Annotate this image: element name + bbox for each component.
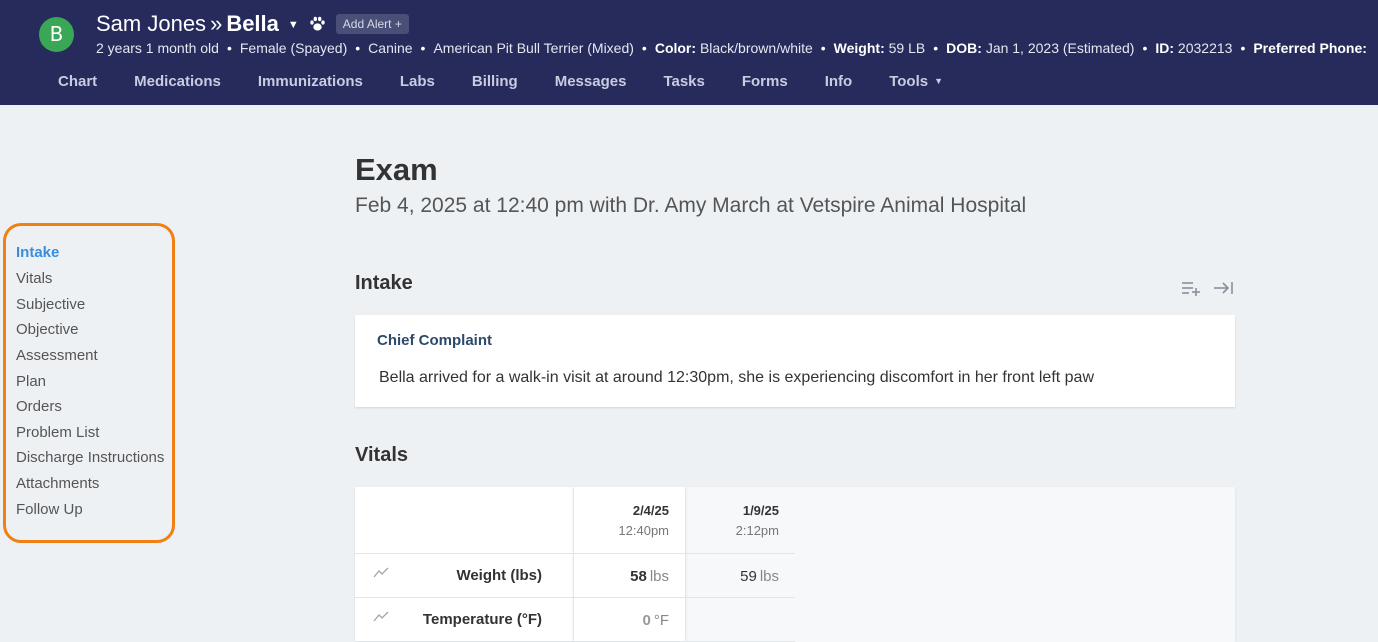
patient-age: 2 years 1 month old — [96, 40, 219, 56]
vitals-current-column: 2/4/25 12:40pm 58 lbs 0 °F — [574, 487, 685, 642]
skip-to-end-icon[interactable] — [1213, 280, 1233, 296]
vitals-previous-date: 1/9/25 — [742, 503, 779, 518]
temperature-trend-icon[interactable] — [373, 611, 389, 623]
vitals-table: Weight (lbs) Temperature (°F) 2/4/25 12:… — [355, 487, 1235, 642]
patient-info-line: 2 years 1 month old • Female (Spayed) • Cani… — [96, 40, 1367, 56]
tab-forms[interactable]: Forms — [742, 73, 788, 90]
patient-sex: Female (Spayed) — [239, 40, 348, 56]
id-label: ID: — [1155, 40, 1175, 56]
tab-tools[interactable]: Tools ▼ — [889, 73, 943, 90]
vitals-previous-time: 2:12pm — [735, 523, 779, 538]
tab-billing[interactable]: Billing — [472, 73, 518, 90]
patient-avatar[interactable]: B — [39, 17, 74, 52]
tab-chart[interactable]: Chart — [58, 73, 97, 90]
exam-section-nav: Intake Vitals Subjective Objective Asses… — [3, 223, 175, 543]
sidebar-item-orders[interactable]: Orders — [16, 398, 62, 415]
vital-label-weight: Weight (lbs) — [456, 567, 542, 584]
main-nav: Chart Medications Immunizations Labs Bil… — [40, 73, 962, 90]
vital-label-temperature: Temperature (°F) — [422, 611, 542, 628]
sidebar-item-plan[interactable]: Plan — [16, 373, 46, 390]
row-divider — [355, 597, 795, 598]
vitals-label-column: Weight (lbs) Temperature (°F) — [355, 487, 573, 642]
add-list-item-icon[interactable] — [1181, 280, 1201, 296]
sidebar-item-attachments[interactable]: Attachments — [16, 475, 99, 492]
dob-label: DOB: — [946, 40, 982, 56]
sidebar-item-assessment[interactable]: Assessment — [16, 347, 98, 364]
current-weight-value[interactable]: 58 lbs — [630, 568, 669, 585]
sidebar-item-vitals[interactable]: Vitals — [16, 270, 52, 287]
previous-weight-value: 59 lbs — [740, 568, 779, 585]
tab-tasks[interactable]: Tasks — [663, 73, 704, 90]
tab-medications[interactable]: Medications — [134, 73, 221, 90]
sidebar-item-objective[interactable]: Objective — [16, 321, 79, 338]
chief-complaint-text[interactable]: Bella arrived for a walk-in visit at aro… — [379, 369, 1094, 387]
patient-id: 2032213 — [1177, 40, 1233, 56]
sidebar-item-problem-list[interactable]: Problem List — [16, 424, 99, 441]
sidebar-item-follow-up[interactable]: Follow Up — [16, 501, 83, 518]
patient-dob: Jan 1, 2023 (Estimated) — [985, 40, 1135, 56]
weight-trend-icon[interactable] — [373, 567, 389, 579]
tab-immunizations[interactable]: Immunizations — [258, 73, 363, 90]
vitals-current-time: 12:40pm — [618, 523, 669, 538]
vitals-current-date: 2/4/25 — [632, 503, 669, 518]
row-divider — [355, 553, 795, 554]
patient-header: B Sam Jones » Bella ▼ Add Alert + 2 year… — [0, 0, 1378, 105]
tools-caret-icon: ▼ — [934, 76, 944, 86]
color-label: Color: — [654, 40, 697, 56]
chief-complaint-card: Chief Complaint Bella arrived for a walk… — [355, 315, 1235, 407]
tab-labs[interactable]: Labs — [400, 73, 435, 90]
patient-color: Black/brown/white — [699, 40, 813, 56]
preferred-phone-label: Preferred Phone: — [1253, 40, 1367, 56]
patient-breed: American Pit Bull Terrier (Mixed) — [433, 40, 634, 56]
tab-info[interactable]: Info — [825, 73, 853, 90]
intake-heading: Intake — [355, 272, 413, 294]
breadcrumb-separator: » — [210, 11, 223, 36]
sidebar-item-discharge-instructions[interactable]: Discharge Instructions — [16, 449, 164, 466]
page-title: Exam — [355, 152, 438, 187]
patient-species: Canine — [368, 40, 413, 56]
weight-label: Weight: — [833, 40, 885, 56]
paw-icon[interactable] — [309, 16, 326, 32]
sidebar-item-subjective[interactable]: Subjective — [16, 296, 85, 313]
patient-name-line: Sam Jones » Bella ▼ Add Alert + — [96, 10, 409, 38]
vitals-previous-column: 1/9/25 2:12pm 59 lbs — [685, 487, 795, 642]
patient-weight: 59 LB — [888, 40, 926, 56]
tab-messages[interactable]: Messages — [555, 73, 627, 90]
sidebar-item-intake[interactable]: Intake — [16, 244, 59, 261]
vitals-heading: Vitals — [355, 444, 408, 466]
add-alert-button[interactable]: Add Alert + — [335, 14, 409, 34]
tab-tools-label: Tools — [889, 73, 929, 90]
pet-name-link[interactable]: Bella — [226, 11, 279, 37]
chief-complaint-label: Chief Complaint — [377, 332, 492, 349]
pet-dropdown-caret-icon[interactable]: ▼ — [288, 19, 299, 31]
owner-name-link[interactable]: Sam Jones — [96, 11, 206, 37]
current-temperature-value[interactable]: 0 °F — [642, 612, 669, 629]
exam-subtitle: Feb 4, 2025 at 12:40 pm with Dr. Amy Mar… — [355, 194, 1027, 217]
